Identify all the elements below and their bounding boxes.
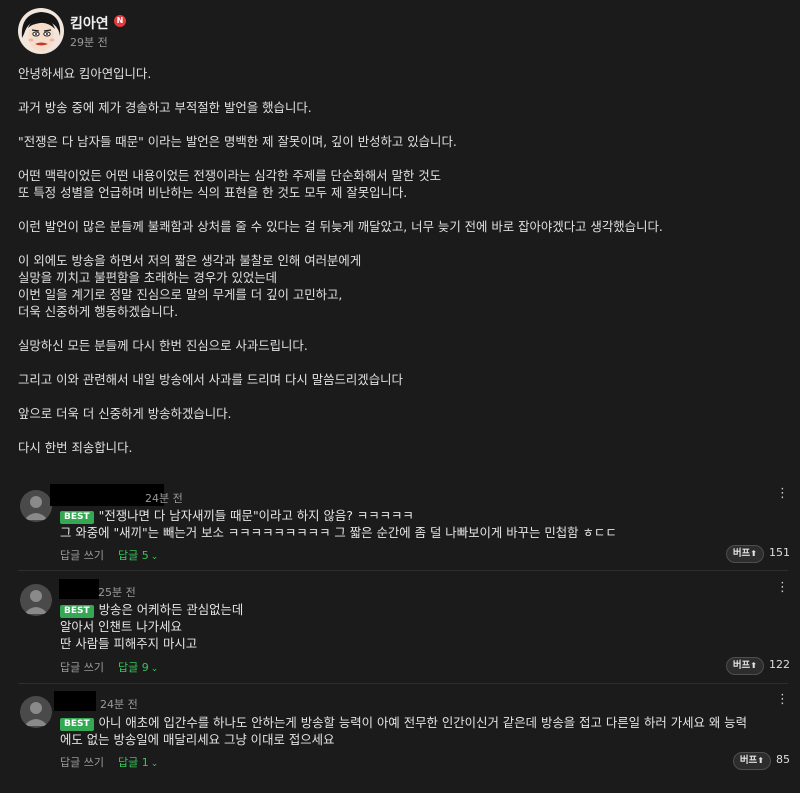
buff-count: 85 <box>776 753 790 766</box>
buff-label: 버프 <box>732 548 751 559</box>
more-vertical-icon[interactable]: ⋮ <box>776 580 789 596</box>
commenter-avatar[interactable] <box>20 490 52 522</box>
best-badge: BEST <box>60 605 94 618</box>
arrow-up-icon: ⬆ <box>750 549 757 558</box>
comment-time: 25분 전 <box>98 586 136 599</box>
commenter-name-redacted <box>59 579 99 599</box>
more-vertical-icon[interactable]: ⋮ <box>776 692 789 708</box>
comment-line: BEST 아니 애초에 입간수를 하나도 안하는게 방송할 능력이 아예 전무한 … <box>60 714 747 731</box>
comment-actions: 답글 쓰기 답글 5 ⌄ <box>60 547 158 563</box>
comment-text: BEST 방송은 어케하든 관심없는데 알아서 인챈트 나가세요 딴 사람들 피해… <box>60 601 243 652</box>
post-gap <box>18 116 788 133</box>
buff-area: 버프⬆ 85 <box>732 752 790 770</box>
comment-line-text: "전쟁나면 다 남자새끼들 때문"이라고 하지 않음? ㅋㅋㅋㅋㅋ <box>98 508 414 523</box>
comment-time: 24분 전 <box>100 698 138 711</box>
comment-divider <box>18 570 788 571</box>
arrow-up-icon: ⬆ <box>750 661 757 670</box>
comment-line: 그 와중에 "새끼"는 빼는거 보소 ㅋㅋㅋㅋㅋㅋㅋㅋㅋ 그 짧은 순간에 좀 … <box>60 525 617 540</box>
post-line: 어떤 맥락이었든 어떤 내용이었든 전쟁이라는 심각한 주제를 단순화해서 말한… <box>18 168 442 183</box>
comment-divider <box>18 683 788 684</box>
buff-label: 버프 <box>739 755 758 766</box>
commenter-avatar[interactable] <box>20 584 52 616</box>
reply-count-button[interactable]: 답글 5 <box>118 549 149 562</box>
comment-actions: 답글 쓰기 답글 9 ⌄ <box>60 659 158 675</box>
post-gap <box>18 320 788 337</box>
post-line: 그리고 이와 관련해서 내일 방송에서 사과를 드리며 다시 말씀드리겠습니다 <box>18 372 403 387</box>
comment-line: BEST 방송은 어케하든 관심없는데 <box>60 601 243 618</box>
post-line: 이 외에도 방송을 하면서 저의 짧은 생각과 불찰로 인해 여러분에게 <box>18 253 362 268</box>
comment-time: 24분 전 <box>145 492 183 505</box>
reply-count-button[interactable]: 답글 1 <box>118 756 149 769</box>
comment-actions: 답글 쓰기 답글 1 ⌄ <box>60 754 158 770</box>
reply-write-button[interactable]: 답글 쓰기 <box>60 661 104 674</box>
comment-line: 에도 없는 방송일에 매달리세요 그냥 이대로 접으세요 <box>60 732 335 747</box>
comment-text: BEST "전쟁나면 다 남자새끼들 때문"이라고 하지 않음? ㅋㅋㅋㅋㅋ 그 … <box>60 507 617 541</box>
comment-line: BEST "전쟁나면 다 남자새끼들 때문"이라고 하지 않음? ㅋㅋㅋㅋㅋ <box>60 507 617 524</box>
buff-button[interactable]: 버프⬆ <box>725 545 764 563</box>
commenter-avatar[interactable] <box>20 696 52 728</box>
post-line: 이번 일을 계기로 정말 진심으로 말의 무게를 더 깊이 고민하고, <box>18 287 343 302</box>
comment-line: 딴 사람들 피해주지 마시고 <box>60 636 198 651</box>
comment: 24분 전 ⋮ BEST 아니 애초에 입간수를 하나도 안하는게 방송할 능력이… <box>20 691 790 788</box>
chevron-down-icon[interactable]: ⌄ <box>151 664 159 674</box>
post-line: "전쟁은 다 남자들 때문" 이라는 발언은 명백한 제 잘못이며, 깊이 반성… <box>18 134 457 149</box>
reply-write-button[interactable]: 답글 쓰기 <box>60 756 104 769</box>
comment: 25분 전 ⋮ BEST 방송은 어케하든 관심없는데 알아서 인챈트 나가세요 … <box>20 579 790 680</box>
comment-line-text: 방송은 어케하든 관심없는데 <box>98 602 244 617</box>
chevron-down-icon[interactable]: ⌄ <box>151 759 159 769</box>
post-line: 실망을 끼치고 불편함을 초래하는 경우가 있었는데 <box>18 270 278 285</box>
buff-label: 버프 <box>732 660 751 671</box>
post-gap <box>18 388 788 405</box>
buff-count: 151 <box>769 546 790 559</box>
post-line: 과거 방송 중에 제가 경솔하고 부적절한 발언을 했습니다. <box>18 100 312 115</box>
new-badge: N <box>114 15 126 27</box>
comment-text: BEST 아니 애초에 입간수를 하나도 안하는게 방송할 능력이 아예 전무한 … <box>60 714 747 748</box>
author-name[interactable]: 킴아연 <box>70 13 109 33</box>
post-gap <box>18 235 788 252</box>
post-gap <box>18 422 788 439</box>
post-time: 29분 전 <box>70 36 108 49</box>
buff-button[interactable]: 버프⬆ <box>725 657 764 675</box>
comment: 24분 전 ⋮ BEST "전쟁나면 다 남자새끼들 때문"이라고 하지 않음? … <box>20 484 790 566</box>
buff-button[interactable]: 버프⬆ <box>732 752 771 770</box>
buff-count: 122 <box>769 658 790 671</box>
post-line: 안녕하세요 킴아연입니다. <box>18 66 152 81</box>
comment-line: 알아서 인챈트 나가세요 <box>60 619 182 634</box>
post-body: 안녕하세요 킴아연입니다. 과거 방송 중에 제가 경솔하고 부적절한 발언을 … <box>18 65 788 456</box>
post-line: 이런 발언이 많은 분들께 불쾌함과 상처를 줄 수 있다는 걸 뒤늦게 깨달았… <box>18 219 663 234</box>
post-gap <box>18 82 788 99</box>
post-gap <box>18 354 788 371</box>
comment-line-text: 아니 애초에 입간수를 하나도 안하는게 방송할 능력이 아예 전무한 인간이신… <box>98 715 747 730</box>
more-vertical-icon[interactable]: ⋮ <box>776 486 789 502</box>
post-line: 다시 한번 죄송합니다. <box>18 440 133 455</box>
post-gap <box>18 201 788 218</box>
buff-area: 버프⬆ 151 <box>725 545 790 563</box>
best-badge: BEST <box>60 511 94 524</box>
post-line: 또 특정 성별을 언급하며 비난하는 식의 표현을 한 것도 모두 제 잘못입니… <box>18 185 408 200</box>
best-badge: BEST <box>60 718 94 731</box>
reply-write-button[interactable]: 답글 쓰기 <box>60 549 104 562</box>
post-line: 앞으로 더욱 더 신중하게 방송하겠습니다. <box>18 406 232 421</box>
chevron-down-icon[interactable]: ⌄ <box>151 552 159 562</box>
post-line: 더욱 신중하게 행동하겠습니다. <box>18 304 179 319</box>
commenter-name-redacted <box>54 691 96 711</box>
author-avatar[interactable] <box>18 8 64 54</box>
reply-count-button[interactable]: 답글 9 <box>118 661 149 674</box>
post-header: 킴아연 N 29분 전 <box>18 8 778 58</box>
arrow-up-icon: ⬆ <box>757 756 764 765</box>
post-gap <box>18 150 788 167</box>
buff-area: 버프⬆ 122 <box>725 657 790 675</box>
post-line: 실망하신 모든 분들께 다시 한번 진심으로 사과드립니다. <box>18 338 308 353</box>
